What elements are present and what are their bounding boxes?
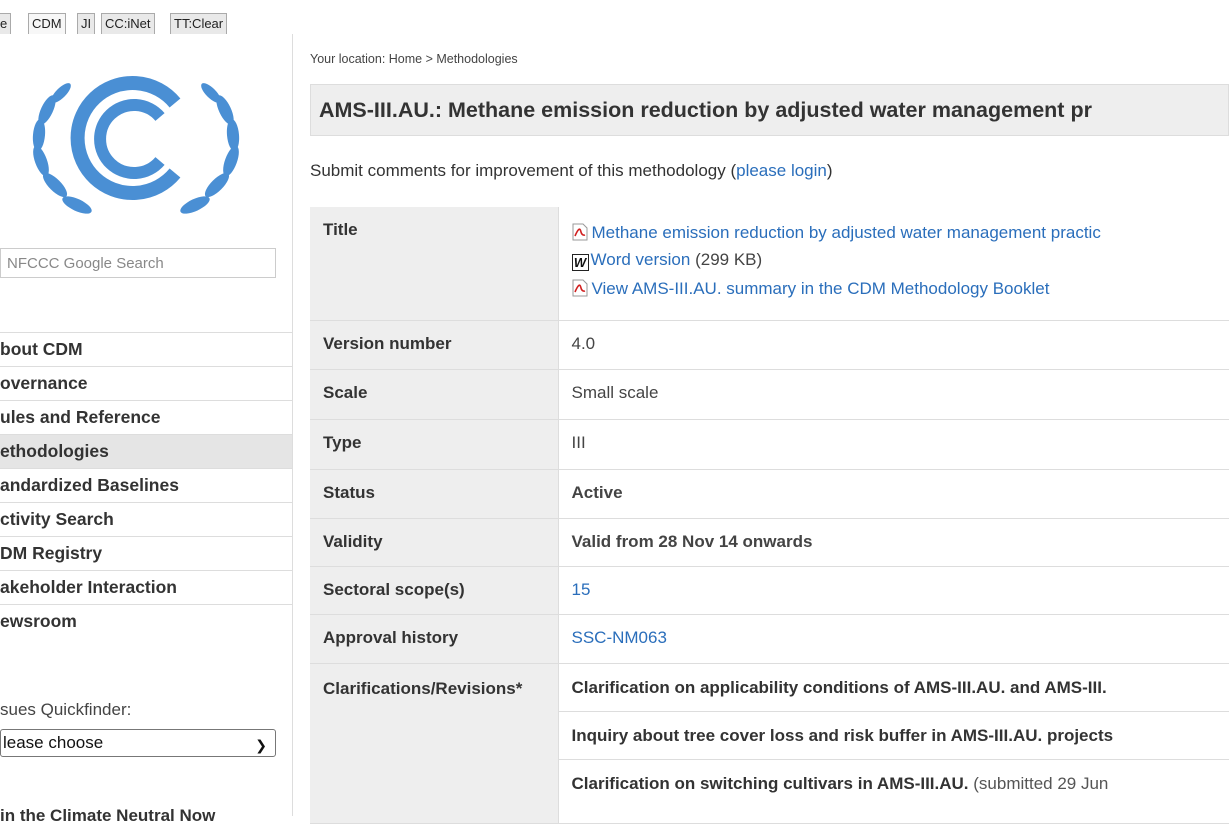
nav-item-activity-search[interactable]: ctivity Search	[0, 503, 292, 537]
climate-neutral-now-heading: in the Climate Neutral Now	[0, 806, 215, 826]
nav-item-stakeholder-interaction[interactable]: akeholder Interaction	[0, 571, 292, 605]
table-row: Approval history SSC-NM063	[310, 614, 1229, 663]
tab-ji[interactable]: JI	[77, 13, 95, 34]
tab-cc-inet[interactable]: CC:iNet	[101, 13, 155, 34]
approval-history-value: SSC-NM063	[558, 614, 1229, 663]
quickfinder-select[interactable]: lease choose ❯	[0, 729, 276, 757]
sidebar-nav: bout CDM overnance ules and Reference et…	[0, 332, 292, 639]
clarification-item[interactable]: Clarification on switching cultivars in …	[559, 760, 1229, 808]
table-row: Version number 4.0	[310, 320, 1229, 369]
nav-item-about-cdm[interactable]: bout CDM	[0, 333, 292, 367]
title-label: Title	[310, 207, 558, 320]
type-value: III	[558, 419, 1229, 469]
please-login-link[interactable]: please login	[736, 161, 827, 180]
status-label: Status	[310, 469, 558, 518]
word-doc-icon: W	[572, 254, 589, 271]
submit-comments-label: Submit comments for improvement of this …	[310, 161, 736, 180]
methodology-pdf-link[interactable]: Methane emission reduction by adjusted w…	[592, 223, 1101, 242]
clarifications-label: Clarifications/Revisions*	[310, 663, 558, 823]
validity-label: Validity	[310, 518, 558, 566]
clarifications-list: Clarification on applicability condition…	[558, 663, 1229, 823]
table-row: Type III	[310, 419, 1229, 469]
table-row: Title Methane emission reduction by adju…	[310, 207, 1229, 320]
version-value: 4.0	[558, 320, 1229, 369]
column-divider	[292, 34, 293, 816]
sectoral-scope-value: 15	[558, 566, 1229, 614]
quickfinder-label: sues Quickfinder:	[0, 700, 131, 720]
scale-label: Scale	[310, 369, 558, 419]
tab-cdm[interactable]: CDM	[28, 13, 66, 34]
table-row: Status Active	[310, 469, 1229, 518]
methodology-info-table: Title Methane emission reduction by adju…	[310, 207, 1229, 824]
clarification-item[interactable]: Inquiry about tree cover loss and risk b…	[559, 712, 1229, 760]
status-value: Active	[558, 469, 1229, 518]
clarification-item[interactable]: Clarification on applicability condition…	[559, 664, 1229, 712]
google-search-input[interactable]: NFCCC Google Search	[0, 248, 276, 278]
pdf-icon	[572, 278, 588, 296]
chevron-down-icon: ❯	[255, 732, 267, 758]
submit-comments-text: Submit comments for improvement of this …	[310, 161, 833, 181]
clarification-title: Clarification on switching cultivars in …	[572, 774, 969, 793]
clarification-title: Clarification on applicability condition…	[572, 678, 1107, 697]
quickfinder-selected-value: lease choose	[3, 733, 103, 752]
booklet-summary-link[interactable]: View AMS-III.AU. summary in the CDM Meth…	[592, 279, 1050, 298]
table-row: Scale Small scale	[310, 369, 1229, 419]
nav-item-cdm-registry[interactable]: DM Registry	[0, 537, 292, 571]
approval-history-link[interactable]: SSC-NM063	[572, 628, 667, 647]
page-title: AMS-III.AU.: Methane emission reduction …	[319, 98, 1092, 123]
title-value: Methane emission reduction by adjusted w…	[558, 207, 1229, 320]
table-row: Clarifications/Revisions* Clarification …	[310, 663, 1229, 823]
breadcrumb: Your location: Home > Methodologies	[310, 52, 518, 66]
pdf-icon	[572, 222, 588, 240]
type-label: Type	[310, 419, 558, 469]
page-title-bar: AMS-III.AU.: Methane emission reduction …	[310, 84, 1229, 136]
table-row: Validity Valid from 28 Nov 14 onwards	[310, 518, 1229, 566]
submit-comments-close: )	[827, 161, 833, 180]
nav-item-newsroom[interactable]: ewsroom	[0, 605, 292, 639]
tab-home[interactable]: e	[0, 13, 11, 34]
unfccc-logo[interactable]	[25, 55, 245, 230]
sectoral-scope-link[interactable]: 15	[572, 580, 591, 599]
table-row: Sectoral scope(s) 15	[310, 566, 1229, 614]
nav-item-standardized-baselines[interactable]: andardized Baselines	[0, 469, 292, 503]
validity-value: Valid from 28 Nov 14 onwards	[558, 518, 1229, 566]
nav-item-rules-reference[interactable]: ules and Reference	[0, 401, 292, 435]
word-file-size: (299 KB)	[695, 250, 762, 269]
nav-item-methodologies[interactable]: ethodologies	[0, 435, 292, 469]
clarification-meta: (submitted 29 Jun	[969, 774, 1109, 793]
approval-history-label: Approval history	[310, 614, 558, 663]
version-label: Version number	[310, 320, 558, 369]
word-version-link[interactable]: Word version	[591, 250, 691, 269]
sectoral-scope-label: Sectoral scope(s)	[310, 566, 558, 614]
tab-tt-clear[interactable]: TT:Clear	[170, 13, 227, 34]
nav-item-governance[interactable]: overnance	[0, 367, 292, 401]
scale-value: Small scale	[558, 369, 1229, 419]
clarification-title: Inquiry about tree cover loss and risk b…	[572, 726, 1114, 745]
